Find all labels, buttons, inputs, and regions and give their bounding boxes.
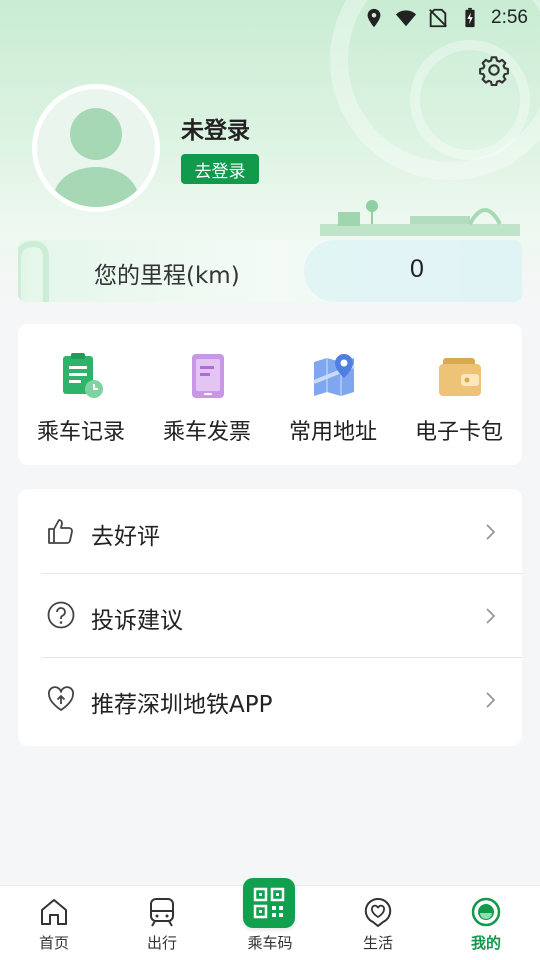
quick-actions-card: 乘车记录 乘车发票 常用地址 电子卡包 [18, 324, 522, 465]
nav-home[interactable]: 首页 [0, 886, 108, 960]
status-bar: 2:56 [0, 0, 540, 36]
chevron-right-icon [486, 692, 496, 708]
home-icon [41, 899, 67, 925]
quick-action-label: 电子卡包 [414, 420, 503, 445]
quick-action-label: 常用地址 [288, 420, 377, 445]
quick-action-label: 乘车发票 [162, 420, 251, 445]
invoice-icon [192, 354, 224, 398]
menu-item-feedback[interactable]: 投诉建议 [18, 573, 522, 657]
ride-record-icon [63, 353, 103, 398]
qr-code-button[interactable] [243, 878, 295, 928]
no-sim-icon [429, 8, 447, 28]
nav-label: 出行 [146, 934, 177, 952]
wifi-icon [395, 10, 417, 27]
mileage-decoration [18, 240, 49, 302]
bottom-navigation: 首页 出行 乘车码 生活 我的 [0, 878, 540, 960]
qr-code-icon [253, 887, 285, 919]
location-icon [367, 8, 381, 28]
menu-item-label: 去好评 [91, 524, 160, 550]
settings-button[interactable] [474, 50, 514, 90]
quick-action-ride-record[interactable]: 乘车记录 [18, 324, 144, 465]
status-time: 2:56 [491, 7, 528, 28]
menu-list: 去好评 投诉建议 推荐深圳地铁APP [18, 489, 522, 746]
quick-action-address[interactable]: 常用地址 [270, 324, 396, 465]
nav-mine[interactable]: 我的 [432, 886, 540, 960]
menu-item-label: 投诉建议 [91, 608, 183, 634]
gear-icon [479, 56, 509, 86]
mileage-value: 0 [410, 255, 424, 283]
mileage-card[interactable]: 您的里程(km) 0 [18, 240, 522, 302]
menu-item-recommend[interactable]: 推荐深圳地铁APP [18, 657, 522, 741]
chevron-right-icon [486, 608, 496, 624]
heart-share-icon [48, 686, 74, 711]
nav-label: 我的 [470, 934, 501, 952]
thumbs-up-icon [48, 519, 73, 544]
nav-ride-code[interactable]: 乘车码 [216, 878, 324, 960]
wallet-icon [439, 358, 481, 396]
user-name: 未登录 [181, 118, 250, 144]
heart-location-icon [364, 897, 392, 927]
nav-life[interactable]: 生活 [324, 886, 432, 960]
menu-item-rate-app[interactable]: 去好评 [18, 489, 522, 573]
default-avatar-icon [54, 108, 138, 207]
nav-label: 生活 [362, 934, 393, 952]
quick-action-wallet[interactable]: 电子卡包 [396, 324, 522, 465]
chevron-right-icon [486, 524, 496, 540]
avatar[interactable] [32, 84, 160, 212]
city-skyline-decoration [320, 200, 520, 236]
mileage-label: 您的里程(km) [94, 263, 240, 289]
profile-icon [471, 897, 501, 927]
train-icon [150, 898, 174, 927]
question-circle-icon [47, 601, 75, 629]
nav-label: 首页 [38, 934, 69, 952]
map-address-icon [313, 354, 355, 396]
login-button[interactable]: 去登录 [181, 154, 259, 184]
nav-label: 乘车码 [247, 934, 293, 952]
battery-charging-icon [465, 7, 475, 28]
quick-action-label: 乘车记录 [36, 420, 125, 445]
menu-item-label: 推荐深圳地铁APP [91, 692, 273, 718]
quick-action-invoice[interactable]: 乘车发票 [144, 324, 270, 465]
nav-travel[interactable]: 出行 [108, 886, 216, 960]
